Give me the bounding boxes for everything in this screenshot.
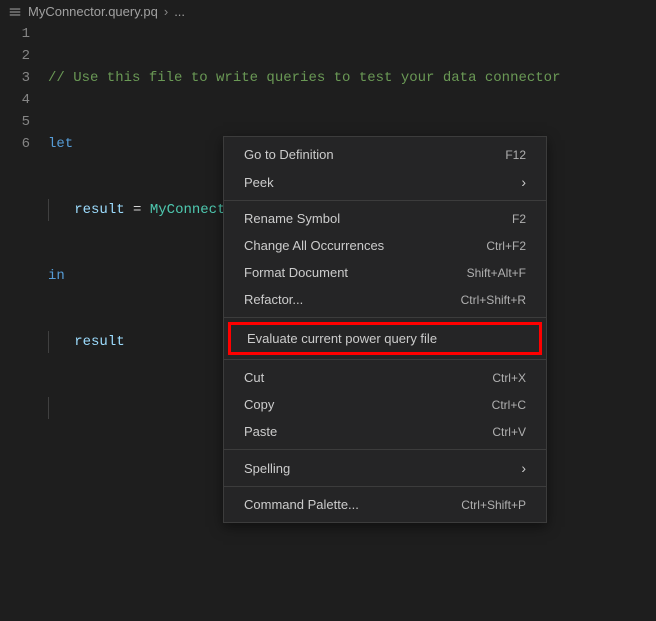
menu-label: Peek — [244, 175, 274, 190]
menu-label: Format Document — [244, 265, 348, 280]
menu-refactor[interactable]: Refactor... Ctrl+Shift+R — [224, 286, 546, 313]
line-number: 1 — [0, 23, 30, 45]
chevron-right-icon: › — [164, 4, 168, 19]
menu-shortcut: F12 — [505, 148, 526, 162]
menu-shortcut: Ctrl+C — [492, 398, 526, 412]
menu-shortcut: Ctrl+X — [492, 371, 526, 385]
line-number: 3 — [0, 67, 30, 89]
code-token: result — [74, 334, 124, 350]
menu-label: Go to Definition — [244, 147, 334, 162]
menu-cut[interactable]: Cut Ctrl+X — [224, 364, 546, 391]
breadcrumb: MyConnector.query.pq › ... — [0, 0, 656, 23]
menu-separator — [224, 449, 546, 450]
line-number: 2 — [0, 45, 30, 67]
menu-shortcut: Ctrl+F2 — [486, 239, 526, 253]
line-gutter: 1 2 3 4 5 6 — [0, 23, 48, 463]
breadcrumb-file[interactable]: MyConnector.query.pq — [28, 4, 158, 19]
menu-command-palette[interactable]: Command Palette... Ctrl+Shift+P — [224, 491, 546, 518]
menu-shortcut: Ctrl+Shift+P — [461, 498, 526, 512]
menu-format-document[interactable]: Format Document Shift+Alt+F — [224, 259, 546, 286]
menu-spelling[interactable]: Spelling › — [224, 454, 546, 482]
line-number: 4 — [0, 89, 30, 111]
chevron-right-icon: › — [521, 174, 526, 190]
code-token: in — [48, 268, 65, 284]
menu-shortcut: Ctrl+V — [492, 425, 526, 439]
menu-shortcut: F2 — [512, 212, 526, 226]
chevron-right-icon: › — [521, 460, 526, 476]
line-number: 5 — [0, 111, 30, 133]
breadcrumb-ellipsis[interactable]: ... — [174, 4, 185, 19]
menu-copy[interactable]: Copy Ctrl+C — [224, 391, 546, 418]
indent-guide — [48, 331, 49, 353]
menu-goto-definition[interactable]: Go to Definition F12 — [224, 141, 546, 168]
file-icon — [8, 5, 22, 19]
menu-evaluate-power-query[interactable]: Evaluate current power query file — [228, 322, 542, 355]
line-number: 6 — [0, 133, 30, 155]
menu-rename-symbol[interactable]: Rename Symbol F2 — [224, 205, 546, 232]
menu-paste[interactable]: Paste Ctrl+V — [224, 418, 546, 445]
menu-label: Spelling — [244, 461, 290, 476]
menu-label: Change All Occurrences — [244, 238, 384, 253]
indent-guide — [48, 199, 49, 221]
menu-peek[interactable]: Peek › — [224, 168, 546, 196]
menu-separator — [224, 486, 546, 487]
menu-label: Copy — [244, 397, 274, 412]
menu-label: Evaluate current power query file — [247, 331, 437, 346]
menu-label: Refactor... — [244, 292, 303, 307]
code-token: result — [74, 202, 124, 218]
code-token: // Use this file to write queries to tes… — [48, 70, 560, 86]
menu-label: Cut — [244, 370, 264, 385]
code-token: = — [125, 202, 150, 218]
menu-shortcut: Shift+Alt+F — [467, 266, 526, 280]
menu-label: Command Palette... — [244, 497, 359, 512]
menu-separator — [224, 200, 546, 201]
menu-change-all-occurrences[interactable]: Change All Occurrences Ctrl+F2 — [224, 232, 546, 259]
menu-label: Rename Symbol — [244, 211, 340, 226]
context-menu: Go to Definition F12 Peek › Rename Symbo… — [223, 136, 547, 523]
menu-separator — [224, 359, 546, 360]
code-token: let — [48, 136, 73, 152]
indent-guide — [48, 397, 49, 419]
menu-label: Paste — [244, 424, 277, 439]
menu-separator — [224, 317, 546, 318]
menu-shortcut: Ctrl+Shift+R — [461, 293, 526, 307]
